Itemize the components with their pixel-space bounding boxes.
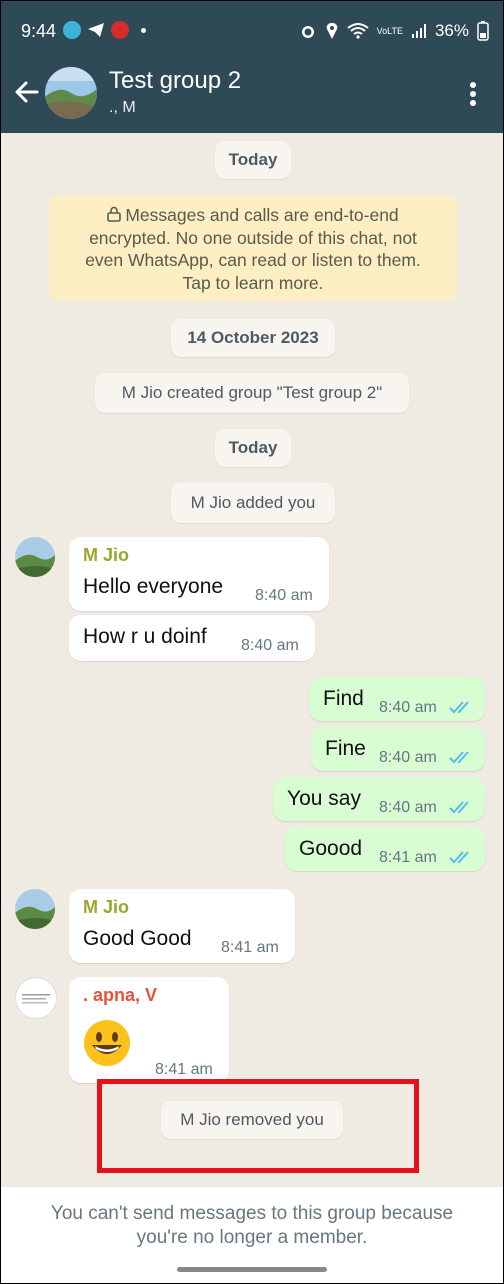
sender-avatar[interactable]: [15, 537, 55, 577]
message-time: 8:41 am: [221, 939, 279, 956]
encryption-notice[interactable]: Messages and calls are end-to-end encryp…: [49, 195, 457, 301]
signal-icon: [411, 24, 426, 38]
message-text: How r u doinf: [83, 625, 207, 648]
notification-icons: [63, 21, 146, 39]
encryption-line-2: encrypted. No one outside of this chat, …: [89, 227, 417, 248]
message-text: Goood: [299, 837, 363, 860]
message-time: 8:40 am: [379, 699, 437, 716]
chat-header: Test group 2 ., M: [1, 61, 503, 133]
outgoing-message[interactable]: Fine 8:40 am: [311, 727, 485, 771]
sender-name[interactable]: M Jio: [83, 897, 129, 918]
footer-line-1: You can't send messages to this group be…: [50, 1203, 454, 1224]
location-icon: [326, 23, 337, 39]
encryption-line-1: Messages and calls are end-to-end: [49, 204, 457, 227]
back-arrow-icon[interactable]: [13, 78, 41, 106]
battery-percent: 36%: [434, 21, 469, 40]
group-avatar[interactable]: [45, 67, 97, 119]
annotation-highlight-box: [97, 1079, 419, 1173]
message-text: Good Good: [83, 927, 192, 950]
message-text: Hello everyone: [83, 575, 224, 598]
incoming-message[interactable]: M Jio Hello everyone 8:40 am: [69, 537, 329, 611]
group-members[interactable]: ., M: [109, 99, 136, 117]
battery-icon: [477, 21, 489, 41]
double-tick-icon: [449, 851, 469, 864]
message-text: Fine: [325, 737, 366, 760]
incoming-message[interactable]: M Jio Good Good 8:41 am: [69, 889, 295, 963]
telegram-icon: [88, 23, 104, 37]
date-chip: Today: [215, 429, 291, 467]
system-message: M Jio added you: [171, 483, 335, 523]
message-time: 8:40 am: [379, 799, 437, 816]
group-title[interactable]: Test group 2: [109, 67, 241, 95]
wifi-icon: [346, 23, 369, 39]
alarm-icon: [301, 26, 314, 38]
status-bar: 9:44 VoLTE 36%: [1, 1, 503, 61]
footer-line-2: you're no longer a member.: [136, 1227, 368, 1248]
date-chip: Today: [215, 141, 291, 179]
date-chip: 14 October 2023: [171, 319, 335, 357]
message-time: 8:40 am: [255, 587, 313, 604]
message-time: 8:40 am: [379, 749, 437, 766]
more-options-icon[interactable]: [469, 81, 477, 107]
incoming-message[interactable]: How r u doinf 8:40 am: [69, 615, 315, 661]
message-time: 8:41 am: [155, 1061, 213, 1078]
outgoing-message[interactable]: Find 8:40 am: [309, 677, 485, 721]
encryption-line-4: Tap to learn more.: [182, 272, 324, 293]
message-text: Find: [323, 687, 364, 710]
double-tick-icon: [449, 701, 469, 714]
message-time: 8:41 am: [379, 849, 437, 866]
encryption-line-3: even WhatsApp, can read or listen to the…: [85, 250, 421, 270]
sender-avatar[interactable]: [15, 977, 57, 1019]
volte-label: VoLTE: [376, 25, 403, 36]
chat-screen: 9:44 VoLTE 36% Test group 2 ., M Today M: [0, 0, 504, 1284]
status-right: VoLTE 36%: [299, 21, 489, 41]
news-app-icon: [111, 21, 129, 39]
grinning-emoji-icon: [84, 1020, 130, 1066]
lock-icon: [107, 206, 122, 222]
message-text: You say: [287, 787, 361, 810]
sender-name[interactable]: M Jio: [83, 545, 129, 566]
incoming-message[interactable]: . apna, V 8:41 am: [69, 977, 229, 1083]
double-tick-icon: [449, 801, 469, 814]
notification-dot-icon: [141, 27, 146, 33]
sender-name[interactable]: . apna, V: [83, 985, 157, 1006]
system-message: M Jio created group "Test group 2": [95, 373, 409, 413]
ht-app-icon: [63, 21, 81, 39]
outgoing-message[interactable]: You say 8:40 am: [273, 777, 485, 821]
gesture-handle[interactable]: [177, 1267, 327, 1272]
double-tick-icon: [449, 751, 469, 764]
outgoing-message[interactable]: Goood 8:41 am: [285, 827, 485, 871]
message-time: 8:40 am: [241, 637, 299, 654]
status-time: 9:44: [21, 21, 57, 41]
sender-avatar[interactable]: [15, 889, 55, 929]
